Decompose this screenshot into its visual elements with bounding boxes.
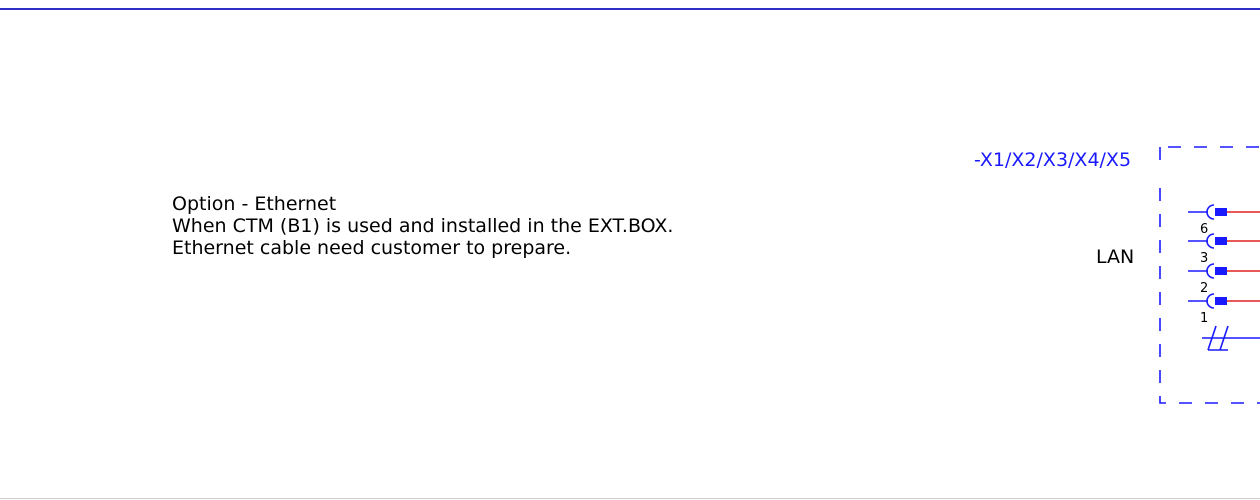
pin-1: 1 [1188,293,1260,326]
pin-number-1: 1 [1200,311,1208,326]
pin-2: 2 [1188,263,1260,296]
connector-frame [1159,146,1260,404]
connector-schematic: 6 3 2 1 [1159,146,1260,404]
pin-number-6: 6 [1200,222,1208,237]
pin-number-2: 2 [1200,281,1208,296]
pin-3: 3 [1188,233,1260,266]
bottom-border-line [0,498,1260,499]
pin-6: 6 [1188,204,1260,237]
shield-ground-symbol [1202,325,1260,351]
pin-number-3: 3 [1200,251,1208,266]
